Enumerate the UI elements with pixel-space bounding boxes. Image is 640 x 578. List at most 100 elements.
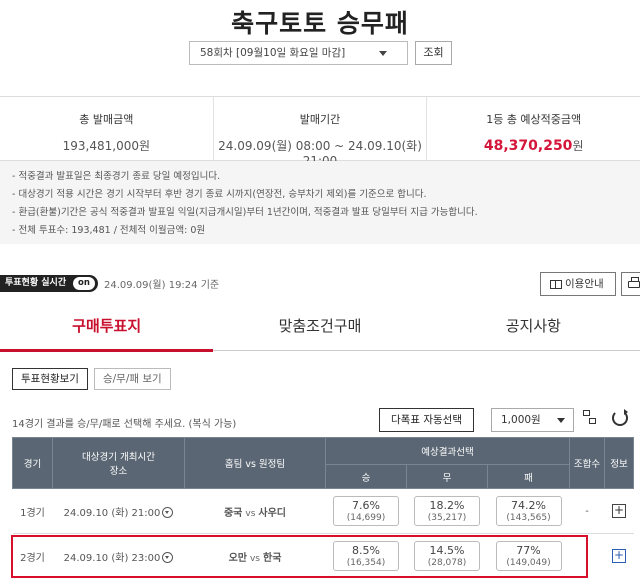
caret-down-icon: [557, 418, 565, 423]
home-team: 오만: [228, 552, 247, 564]
amount-select[interactable]: 1,000원: [491, 408, 574, 432]
sales-summary: 총 발매금액 193,481,000원 발매기간 24.09.09(월) 08:…: [0, 96, 640, 168]
draw-cell: 18.2% (35,217): [406, 488, 488, 534]
game-time-text: 24.09.10 (화) 23:00: [63, 552, 161, 564]
subtab-vote-status[interactable]: 투표현황보기: [12, 368, 88, 390]
header-draw: 무: [406, 464, 488, 489]
notice-item: - 적중결과 발표일은 최종경기 종료 당일 예정입니다.: [12, 171, 221, 182]
notice-box: - 적중결과 발표일은 최종경기 종료 당일 예정입니다. - 대상경기 적용 …: [0, 161, 640, 244]
lose-count: (143,565): [506, 513, 551, 523]
refresh-icon[interactable]: [612, 409, 628, 426]
round-select-value: 58회차 [09월10일 화요일 마감]: [200, 47, 346, 59]
game-number: 1경기: [12, 488, 53, 534]
header-time-line2: 장소: [109, 466, 128, 477]
draw-option[interactable]: 18.2% (35,217): [414, 496, 480, 526]
game-number: 2경기: [12, 533, 53, 578]
vs-label: vs: [245, 508, 256, 519]
win-count: (14,699): [346, 513, 386, 523]
guide-button[interactable]: 이용안내: [540, 272, 616, 296]
sales-period-cell: 발매기간 24.09.09(월) 08:00 ~ 24.09.10(화) 21:…: [214, 97, 428, 168]
main-tabs: 구매투표지 맞춤조건구매 공지사항: [0, 303, 640, 352]
selection-hint: 14경기 결과를 승/무/패로 선택해 주세요. (복식 가능): [12, 419, 237, 430]
live-toggle-state: on: [73, 277, 95, 290]
win-count: (16,354): [346, 558, 386, 568]
notice-item: - 환급(환불)기간은 공식 적중결과 발표일 익일(지급개시일)부터 1년간이…: [12, 207, 478, 218]
away-team: 사우디: [258, 507, 287, 519]
draw-cell: 14.5% (28,078): [406, 533, 488, 578]
win-cell: 7.6% (14,699): [325, 488, 407, 534]
draw-count: (35,217): [427, 513, 467, 523]
game-time: 24.09.10 (화) 23:00: [52, 533, 185, 578]
lose-count: (149,049): [506, 558, 551, 568]
live-timestamp: 24.09.09(월) 19:24 기준: [104, 280, 220, 291]
combo-count: [569, 533, 605, 578]
book-icon: [550, 280, 562, 289]
notice-item: - 전체 투표수: 193,481 / 전체적 이월금액: 0원: [12, 225, 206, 236]
amount-select-value: 1,000원: [501, 414, 541, 426]
plus-icon[interactable]: +: [612, 504, 627, 518]
live-toggle[interactable]: 투표현황 실시간 on: [0, 275, 98, 292]
lose-option[interactable]: 74.2% (143,565): [495, 496, 562, 526]
header-time: 대상경기 개최시간 장소: [52, 437, 185, 489]
draw-pct: 14.5%: [429, 544, 465, 557]
guide-button-label: 이용안내: [565, 278, 604, 290]
plus-icon[interactable]: +: [612, 549, 627, 563]
round-select[interactable]: 58회차 [09월10일 화요일 마감]: [189, 41, 408, 65]
lose-cell: 77% (149,049): [487, 533, 570, 578]
table-row: 1경기 24.09.10 (화) 21:00 중국 vs 사우디 7.6% (14,6…: [12, 488, 634, 534]
draw-pct: 18.2%: [429, 499, 465, 512]
first-prize-cell: 1등 총 예상적중금액 48,370,250원: [427, 97, 640, 160]
header-prediction: 예상결과선택: [324, 437, 571, 465]
info-cell: +: [604, 488, 634, 534]
tab-custom-purchase[interactable]: 맞춤조건구매: [213, 303, 426, 350]
total-sales-value: 193,481,000원: [62, 139, 151, 153]
game-time: 24.09.10 (화) 21:00: [52, 488, 185, 534]
tab-purchase-slip[interactable]: 구매투표지: [0, 303, 214, 352]
games-table: 경기 대상경기 개최시간 장소 홈팀 vs 원정팀 예상결과선택 조합수 정보 승…: [12, 437, 635, 578]
first-prize-label: 1등 총 예상적중금액: [486, 113, 582, 126]
lose-option[interactable]: 77% (149,049): [495, 541, 562, 571]
win-cell: 8.5% (16,354): [325, 533, 407, 578]
game-time-text: 24.09.10 (화) 21:00: [63, 507, 161, 519]
header-combo: 조합수: [569, 437, 606, 489]
total-sales-label: 총 발매금액: [79, 113, 134, 126]
tab-notices[interactable]: 공지사항: [427, 303, 640, 350]
multi-auto-select-button[interactable]: 다폭표 자동선택: [379, 408, 474, 432]
live-status-row: 투표현황 실시간 on 24.09.09(월) 19:24 기준 이용안내: [0, 272, 640, 296]
match-teams: 오만 vs 한국: [184, 533, 326, 578]
sales-period-label: 발매기간: [299, 113, 341, 126]
filter-icon[interactable]: [583, 410, 597, 426]
live-toggle-label: 투표현황 실시간: [5, 278, 67, 288]
location-pin-icon[interactable]: [162, 552, 174, 563]
header-teams: 홈팀 vs 원정팀: [184, 437, 326, 489]
combo-count: -: [569, 488, 605, 534]
page-title: 축구토토 승무패: [231, 9, 409, 38]
caret-down-icon: [379, 51, 387, 56]
info-cell: +: [604, 533, 634, 578]
match-teams: 중국 vs 사우디: [184, 488, 326, 534]
first-prize-unit: 원: [572, 139, 584, 153]
header-info: 정보: [604, 437, 635, 489]
vs-label: vs: [249, 553, 260, 564]
printer-icon: [628, 277, 640, 288]
subtab-win-draw-lose[interactable]: 승/무/패 보기: [93, 368, 171, 390]
lose-cell: 74.2% (143,565): [487, 488, 570, 534]
win-pct: 8.5%: [352, 544, 380, 557]
home-team: 중국: [223, 507, 243, 519]
header-lose: 패: [486, 464, 571, 489]
lose-pct: 77%: [516, 544, 541, 557]
win-option[interactable]: 8.5% (16,354): [333, 541, 399, 571]
first-prize-value: 48,370,250원: [427, 137, 640, 154]
draw-option[interactable]: 14.5% (28,078): [414, 541, 480, 571]
win-option[interactable]: 7.6% (14,699): [333, 496, 399, 526]
draw-count: (28,078): [427, 558, 467, 568]
location-pin-icon[interactable]: [162, 507, 174, 518]
header-game: 경기: [12, 437, 53, 489]
notice-item: - 대상경기 적용 시간은 경기 시작부터 후반 경기 종료 시까지(연장전, …: [12, 189, 427, 200]
print-button[interactable]: [621, 272, 640, 296]
table-row: 2경기 24.09.10 (화) 23:00 오만 vs 한국 8.5% (16,35…: [12, 533, 634, 578]
view-subtabs: 투표현황보기 승/무/패 보기: [12, 368, 171, 390]
first-prize-amount: 48,370,250: [483, 138, 573, 154]
header-win: 승: [325, 464, 407, 489]
search-button[interactable]: 조회: [415, 41, 452, 65]
